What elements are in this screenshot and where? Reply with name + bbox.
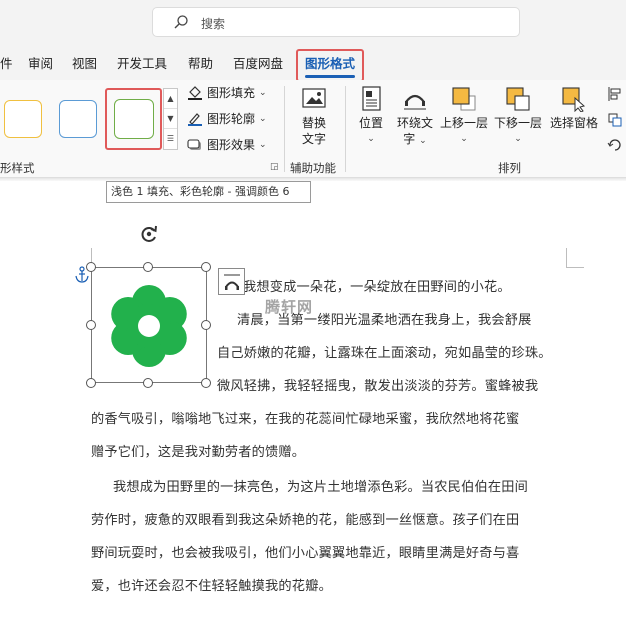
shape-effects-icon — [187, 138, 203, 152]
group-separator — [284, 86, 285, 172]
watermark-text: 腾轩网 — [265, 298, 314, 316]
selection-pane-icon — [561, 86, 587, 113]
resize-handle-right[interactable] — [201, 320, 211, 330]
tab-developer[interactable]: 开发工具 — [117, 53, 167, 72]
group-icon[interactable] — [607, 112, 623, 128]
send-backward-icon — [505, 86, 531, 112]
margin-mark-right — [566, 248, 584, 268]
shape-effects-label: 图形效果 — [207, 138, 256, 152]
alt-text-label-line2: 文字 — [301, 132, 326, 146]
text-line-3: 自己娇嫩的花瓣，让露珠在上面滚动，宛如晶莹的珍珠。 — [217, 346, 552, 361]
search-placeholder: 搜索 — [201, 17, 226, 31]
shape-style-swatch-yellow[interactable] — [4, 100, 42, 138]
tab-help[interactable]: 帮助 — [188, 53, 213, 72]
resize-handle-bottom[interactable] — [143, 378, 153, 388]
chevron-down-icon: ⌄ — [460, 134, 468, 144]
accessibility-group-label: 辅助功能 — [290, 161, 336, 175]
chevron-down-icon: ⌄ — [259, 113, 267, 124]
selection-pane-button[interactable]: 选择窗格 — [548, 86, 600, 131]
text-line-10: 爱，也许还会忍不住轻轻触摸我的花瓣。 — [91, 579, 332, 594]
resize-handle-top-right[interactable] — [201, 262, 211, 272]
send-backward-button[interactable]: 下移一层 ⌄ — [492, 86, 544, 147]
shape-style-swatch-blue[interactable] — [59, 100, 97, 138]
search-box[interactable]: 搜索 — [152, 7, 520, 37]
dialog-launcher-icon[interactable]: ◲ — [270, 162, 279, 172]
style-tooltip: 浅色 1 填充、彩色轮廓 - 强调颜色 6 — [106, 181, 311, 203]
paint-bucket-icon — [187, 85, 203, 100]
selected-style-highlight — [105, 88, 162, 150]
shape-fill-label: 图形填充 — [207, 86, 256, 100]
tab-baidu-netdisk[interactable]: 百度网盘 — [233, 53, 283, 72]
chevron-down-icon: ⌄ — [259, 139, 267, 150]
alt-text-icon — [301, 86, 327, 112]
group-separator — [345, 86, 346, 172]
resize-handle-top[interactable] — [143, 262, 153, 272]
position-button[interactable]: 位置 ⌄ — [354, 86, 388, 147]
resize-handle-left[interactable] — [86, 320, 96, 330]
style-gallery-scroll[interactable]: ▲ ▼ ☰ — [163, 88, 178, 150]
watermark-logo: 腾轩网 — [265, 296, 313, 317]
shape-styles-group-label: 形样式 — [0, 161, 35, 175]
arrange-group-label: 排列 — [498, 161, 521, 175]
wrap-text-label-line1: 环绕文 — [396, 116, 433, 130]
selection-pane-label: 选择窗格 — [549, 116, 598, 130]
title-bar: 搜索 — [0, 0, 626, 44]
chevron-down-icon: ⌄ — [419, 136, 427, 146]
bring-forward-button[interactable]: 上移一层 ⌄ — [438, 86, 490, 147]
shape-outline-label: 图形轮廓 — [207, 112, 256, 126]
chevron-down-icon: ⌄ — [367, 134, 375, 144]
wrap-text-label-line2: 字 — [403, 132, 416, 146]
position-icon — [358, 86, 384, 112]
shape-fill-button[interactable]: 图形填充 ⌄ — [187, 84, 267, 101]
send-backward-label: 下移一层 — [493, 116, 542, 130]
wrap-text-button[interactable]: 环绕文 字 ⌄ — [394, 86, 436, 149]
text-line-6: 赠予它们，这是我对勤劳者的馈赠。 — [91, 445, 306, 460]
shape-effects-button[interactable]: 图形效果 ⌄ — [187, 136, 267, 153]
bring-forward-icon — [451, 86, 477, 112]
search-icon — [173, 14, 189, 30]
chevron-down-icon: ⌄ — [259, 87, 267, 98]
bring-forward-label: 上移一层 — [439, 116, 488, 130]
layout-options-icon — [222, 272, 242, 292]
text-line-7: 我想成为田野里的一抹亮色，为这片土地增添色彩。当农民伯伯在田间 — [113, 480, 529, 495]
wrap-text-icon — [402, 86, 428, 112]
resize-handle-bottom-right[interactable] — [201, 378, 211, 388]
layout-options-button[interactable] — [218, 268, 245, 295]
gallery-more-icon[interactable]: ☰ — [164, 129, 177, 149]
rotate-icon[interactable] — [607, 137, 623, 153]
resize-handle-top-left[interactable] — [86, 262, 96, 272]
scroll-up-icon[interactable]: ▲ — [164, 89, 177, 109]
text-line-5: 的香气吸引，嗡嗡地飞过来，在我的花蕊间忙碌地采蜜，我欣然地将花蜜 — [91, 412, 520, 427]
shape-outline-button[interactable]: 图形轮廓 ⌄ — [187, 110, 267, 127]
alt-text-button[interactable]: 替换 文字 — [296, 86, 332, 147]
pen-icon — [187, 112, 203, 126]
text-line-1: 我想变成一朵花，一朵绽放在田野间的小花。 — [243, 280, 511, 295]
align-icon[interactable] — [607, 86, 623, 102]
tab-highlight-frame — [296, 49, 364, 82]
tooltip-text: 浅色 1 填充、彩色轮廓 - 强调颜色 6 — [111, 185, 290, 198]
text-line-4: 微风轻拂，我轻轻摇曳，散发出淡淡的芬芳。蜜蜂被我 — [217, 379, 539, 394]
tab-review[interactable]: 审阅 — [28, 53, 53, 72]
tab-file[interactable]: 件 — [0, 53, 13, 72]
tab-view[interactable]: 视图 — [72, 53, 97, 72]
position-label: 位置 — [358, 116, 383, 130]
flower-shape[interactable] — [105, 282, 193, 370]
alt-text-label-line1: 替换 — [301, 116, 326, 130]
text-line-9: 野间玩耍时，也会被我吸引，他们小心翼翼地靠近，眼睛里满是好奇与喜 — [91, 546, 520, 561]
chevron-down-icon: ⌄ — [514, 134, 522, 144]
text-line-8: 劳作时，疲惫的双眼看到我这朵娇艳的花，能感到一丝惬意。孩子们在田 — [91, 513, 520, 528]
scroll-down-icon[interactable]: ▼ — [164, 109, 177, 129]
rotation-handle-icon[interactable] — [138, 223, 160, 245]
resize-handle-bottom-left[interactable] — [86, 378, 96, 388]
